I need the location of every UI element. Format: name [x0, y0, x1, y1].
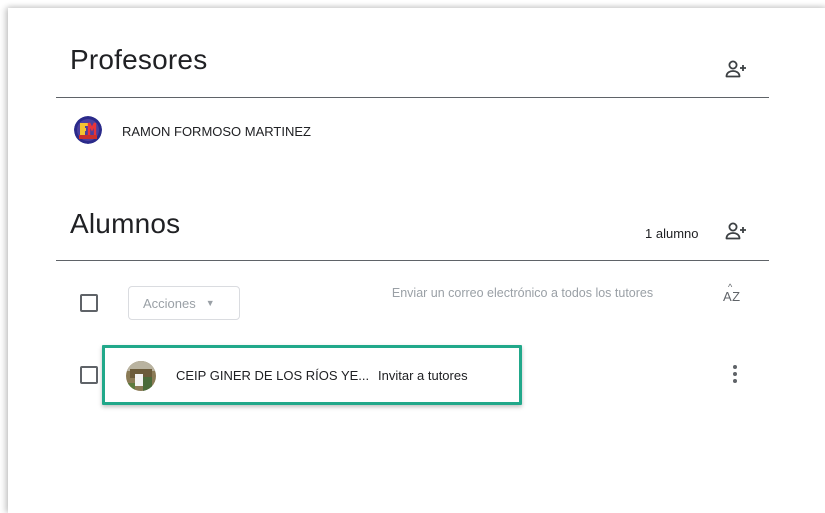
select-all-checkbox[interactable] — [80, 294, 98, 312]
teacher-avatar — [74, 116, 102, 144]
teachers-title: Profesores — [70, 44, 208, 75]
dot — [733, 379, 737, 383]
actions-label: Acciones — [143, 295, 196, 311]
student-row-checkbox[interactable] — [80, 366, 98, 384]
invite-guardians-link[interactable]: Invitar a tutores — [378, 368, 468, 383]
fm-logo-avatar-icon — [74, 116, 102, 144]
teachers-divider — [56, 97, 769, 98]
student-avatar — [126, 361, 156, 391]
photo-avatar-icon — [126, 361, 156, 391]
sort-caret: ^ — [728, 282, 733, 292]
more-options-icon[interactable] — [727, 362, 743, 386]
sort-az-icon[interactable]: ^ AZ — [723, 282, 741, 304]
dot — [733, 365, 737, 369]
students-title: Alumnos — [70, 208, 181, 239]
student-count: 1 alumno — [645, 226, 699, 241]
add-student-icon[interactable] — [724, 219, 748, 243]
chevron-down-icon: ▼ — [205, 298, 215, 308]
teacher-name: RAMON FORMOSO MARTINEZ — [122, 124, 311, 139]
actions-dropdown[interactable]: Acciones ▼ — [128, 286, 240, 320]
students-divider — [56, 260, 769, 261]
add-teacher-icon[interactable] — [724, 57, 748, 81]
dot — [733, 372, 737, 376]
email-all-guardians-link[interactable]: Enviar un correo electrónico a todos los… — [380, 275, 665, 312]
student-name[interactable]: CEIP GINER DE LOS RÍOS YE... — [176, 368, 369, 383]
